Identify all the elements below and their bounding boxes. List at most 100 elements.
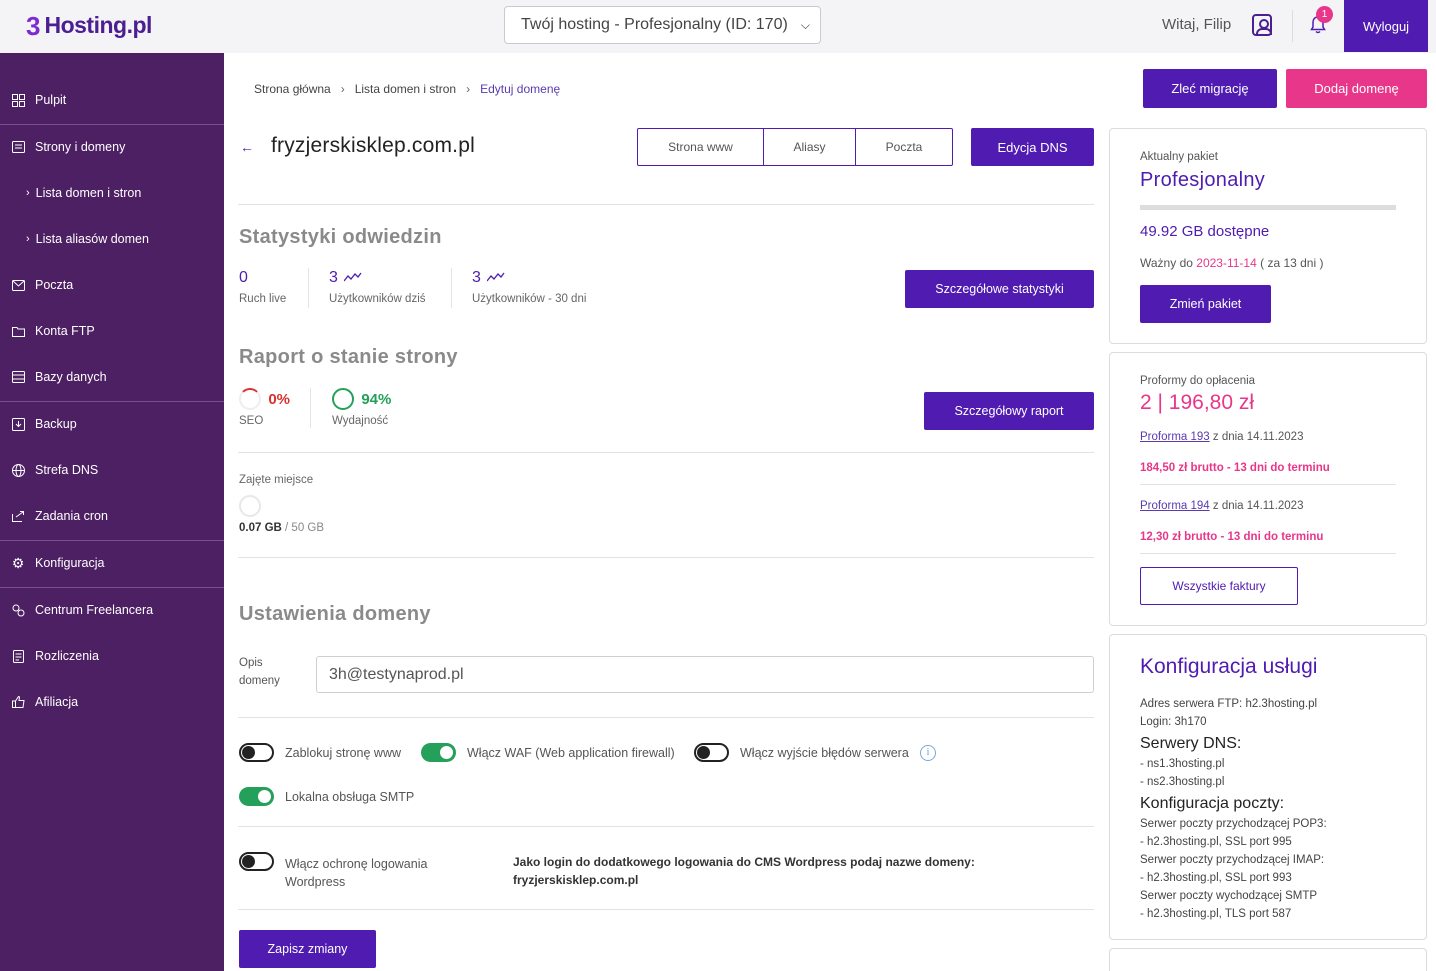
seo-label: SEO — [239, 415, 264, 427]
notification-badge: 1 — [1316, 6, 1333, 23]
sidebar-item-backup[interactable]: Backup — [0, 401, 224, 447]
pop3-label: Serwer poczty przychodzącej POP3: — [1140, 818, 1327, 830]
tab-aliasy[interactable]: Aliasy — [764, 129, 856, 165]
sidebar-item-label: Poczta — [35, 278, 74, 292]
sidebar-item-label: Lista aliasów domen — [35, 232, 149, 246]
section-divider — [238, 557, 1094, 558]
package-heading: Aktualny pakiet — [1140, 151, 1218, 163]
server-errors-toggle[interactable] — [694, 743, 729, 762]
change-package-button[interactable]: Zmień pakiet — [1140, 285, 1271, 323]
logout-button[interactable]: Wyloguj — [1344, 0, 1428, 52]
ftp-login: Login: 3h170 — [1140, 716, 1207, 728]
breadcrumb-home[interactable]: Strona główna — [254, 82, 331, 96]
sidebar-item-bazy-danych[interactable]: Bazy danych — [0, 354, 224, 400]
user-profile-icon[interactable] — [1252, 14, 1272, 36]
smtp-value: - h2.3hosting.pl, TLS port 587 — [1140, 908, 1292, 920]
stat-label: Użytkowników dziś — [329, 293, 426, 305]
sidebar-item-lista-domen[interactable]: › Lista domen i stron — [0, 170, 224, 216]
invoice-icon — [11, 649, 25, 663]
disk-used: 0.07 GB — [239, 522, 282, 534]
section-divider — [238, 717, 1094, 718]
sidebar-item-label: Backup — [35, 417, 77, 431]
chevron-right-icon: › — [26, 187, 30, 199]
local-smtp-toggle[interactable] — [239, 787, 274, 806]
imap-label: Serwer poczty przychodzącej IMAP: — [1140, 854, 1325, 866]
header-divider — [1292, 10, 1293, 42]
domain-description-input[interactable] — [316, 656, 1094, 693]
domain-tabs: Strona www Aliasy Poczta — [637, 128, 953, 166]
back-arrow-icon[interactable]: ← — [240, 139, 254, 155]
stat-divider — [308, 268, 309, 308]
section-divider — [238, 826, 1094, 827]
sidebar-item-strony-i-domeny[interactable]: Strony i domeny — [0, 124, 224, 170]
info-icon[interactable]: i — [920, 745, 936, 761]
seo-score: 0% — [268, 390, 291, 408]
proforma-item: Proforma 193 z dnia 14.11.2023 — [1140, 431, 1303, 443]
smtp-label: Serwer poczty wychodzącej SMTP — [1140, 890, 1318, 902]
sidebar-item-strefa-dns[interactable]: Strefa DNS — [0, 447, 224, 493]
detailed-stats-button[interactable]: Szczegółowe statystyki — [905, 270, 1094, 308]
backup-icon — [11, 417, 25, 431]
mail-icon — [11, 278, 25, 292]
performance-score: 94% — [361, 390, 392, 408]
stats-title: Statystyki odwiedzin — [239, 226, 442, 248]
stat-users-today: 3 Użytkowników dziś — [329, 269, 426, 305]
sidebar-item-label: Pulpit — [35, 93, 67, 107]
section-divider — [238, 909, 1094, 910]
detailed-report-button[interactable]: Szczegółowy raport — [924, 392, 1094, 430]
sidebar-item-label: Centrum Freelancera — [35, 603, 154, 617]
all-invoices-button[interactable]: Wszystkie faktury — [1140, 567, 1298, 605]
dns-heading: Serwery DNS: — [1140, 735, 1242, 752]
proforma-date: z dnia 14.11.2023 — [1212, 431, 1304, 443]
tab-poczta[interactable]: Poczta — [856, 129, 952, 165]
sidebar-item-rozliczenia[interactable]: Rozliczenia — [0, 633, 224, 679]
top-bar: 3 Hosting.pl Twój hosting - Profesjonaln… — [0, 0, 1436, 53]
proforma-heading: Proformy do opłacenia — [1140, 375, 1256, 387]
sidebar-item-label: Konfiguracja — [35, 556, 105, 570]
sidebar-item-zadania-cron[interactable]: Zadania cron — [0, 493, 224, 539]
stat-value: 3 — [329, 269, 338, 286]
ftp-server: Adres serwera FTP: h2.3hosting.pl — [1140, 698, 1318, 710]
stat-label: Ruch live — [239, 293, 287, 305]
freelancer-icon — [11, 603, 25, 617]
sidebar-item-lista-aliasow[interactable]: › Lista aliasów domen — [0, 216, 224, 262]
migrate-button[interactable]: Zleć migrację — [1143, 69, 1277, 108]
section-divider — [238, 452, 1094, 453]
dns-server-2: - ns2.3hosting.pl — [1140, 776, 1225, 788]
sidebar-item-konfiguracja[interactable]: ⚙ Konfiguracja — [0, 540, 224, 586]
package-name: Profesjonalny — [1140, 169, 1266, 191]
wp-login-note-text: Jako login do dodatkowego logowania do C… — [513, 855, 975, 869]
performance-score-ring — [332, 388, 354, 410]
proforma-link[interactable]: Proforma 193 — [1140, 431, 1210, 443]
edit-dns-button[interactable]: Edycja DNS — [971, 128, 1094, 166]
seo-score-ring — [239, 388, 261, 410]
proforma-item: Proforma 194 z dnia 14.11.2023 — [1140, 500, 1303, 512]
hosting-select[interactable]: Twój hosting - Profesjonalny (ID: 170) ⌵ — [504, 6, 821, 44]
add-domain-button[interactable]: Dodaj domenę — [1286, 69, 1427, 108]
sidebar-item-poczta[interactable]: Poczta — [0, 262, 224, 308]
stat-users-30d: 3 Użytkowników - 30 dni — [472, 269, 586, 305]
wp-login-protection-toggle[interactable] — [239, 852, 274, 871]
disk-usage-label: Zajęte miejsce — [239, 474, 314, 486]
report-performance: 94% Wydajność — [332, 388, 391, 427]
sidebar-item-pulpit[interactable]: Pulpit — [0, 77, 224, 123]
sidebar-item-centrum-freelancera[interactable]: Centrum Freelancera — [0, 587, 224, 633]
block-website-label: Zablokuj stronę www — [285, 746, 402, 760]
sidebar-item-label: Strefa DNS — [35, 463, 99, 477]
save-changes-button[interactable]: Zapisz zmiany — [239, 930, 376, 968]
breadcrumb-current: Edytuj domenę — [480, 82, 561, 96]
sidebar: Pulpit Strony i domeny › Lista domen i s… — [0, 53, 224, 971]
sidebar-item-afiliacja[interactable]: Afiliacja — [0, 679, 224, 725]
package-validity: Ważny do 2023-11-14 ( za 13 dni ) — [1140, 256, 1323, 270]
globe-list-icon — [11, 140, 25, 154]
stat-live-traffic: 0 Ruch live — [239, 269, 286, 305]
tab-strona-www[interactable]: Strona www — [638, 129, 764, 165]
waf-toggle[interactable] — [421, 743, 456, 762]
proforma-link[interactable]: Proforma 194 — [1140, 500, 1210, 512]
logo[interactable]: 3 Hosting.pl — [26, 12, 152, 39]
breadcrumb-domain-list[interactable]: Lista domen i stron — [355, 82, 456, 96]
block-website-toggle[interactable] — [239, 743, 274, 762]
sidebar-item-konta-ftp[interactable]: Konta FTP — [0, 308, 224, 354]
disk-total: / 50 GB — [285, 522, 325, 534]
sidebar-item-label: Bazy danych — [35, 370, 107, 384]
